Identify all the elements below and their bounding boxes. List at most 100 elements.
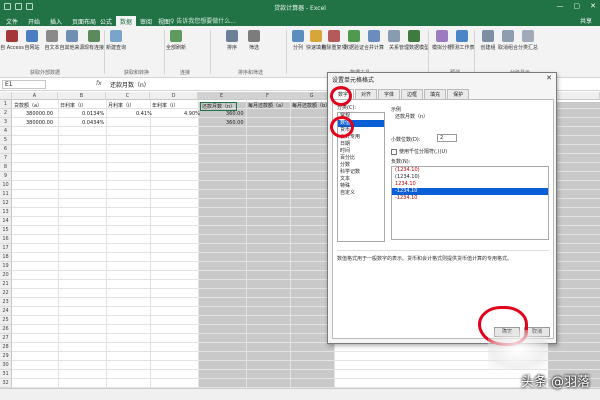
tab-border[interactable]: 边框 [401,89,424,99]
column-header-d[interactable]: D [150,92,198,100]
formula-input[interactable]: 还款月数（n） [110,80,150,89]
share-button[interactable]: 共享 [580,16,592,25]
cell-e1[interactable]: 还款月数（n） [200,102,238,111]
row-header[interactable]: 3 [0,118,12,127]
row-header[interactable]: 17 [0,244,12,253]
decimal-places-stepper[interactable]: 2 [437,134,457,142]
cell-d2[interactable]: 4.90% [184,111,200,117]
from-other-sources-button[interactable]: 自其他来源 [60,30,85,51]
tab-file[interactable]: 文件 [2,16,22,26]
minimize-button[interactable]: — [557,2,564,10]
cell-b3[interactable]: 0.0434% [82,120,104,126]
consolidate-button[interactable]: 合并计算 [364,30,384,51]
row-header[interactable]: 30 [0,361,12,370]
negative-option[interactable]: -1234.10 [392,188,548,195]
tab-protection[interactable]: 保护 [447,89,470,99]
row-header[interactable]: 11 [0,190,12,199]
row-header[interactable]: 7 [0,154,12,163]
cell-c1[interactable]: 月利率（i） [108,102,134,109]
row-header[interactable]: 25 [0,316,12,325]
row-header[interactable]: 24 [0,307,12,316]
cell-f1[interactable]: 每月还款额（a） [248,102,286,109]
cell-b2[interactable]: 0.0134% [82,111,104,117]
cell-g1[interactable]: 每月还款额（b） [292,102,330,109]
cell-b1[interactable]: 日利率（i） [60,102,86,109]
dialog-close-icon[interactable]: ✕ [546,74,552,82]
tab-fill[interactable]: 填充 [424,89,447,99]
column-header-c[interactable]: C [106,92,150,100]
row-header[interactable]: 15 [0,226,12,235]
row-header[interactable]: 5 [0,136,12,145]
row-header[interactable]: 10 [0,181,12,190]
negative-option[interactable]: 1234.10 [392,181,548,188]
from-web-button[interactable]: 自网站 [22,30,42,51]
text-to-columns-button[interactable]: 分列 [288,30,308,51]
close-button[interactable]: ✕ [590,2,596,10]
subtotal-button[interactable]: 分类汇总 [518,30,538,51]
tab-alignment[interactable]: 对齐 [355,89,378,99]
existing-connections-button[interactable]: 现有连接 [84,30,104,51]
row-header[interactable]: 13 [0,208,12,217]
column-header-f[interactable]: F [246,92,290,100]
ungroup-button[interactable]: 取消组合 [498,30,518,51]
row-header[interactable]: 8 [0,163,12,172]
tab-font[interactable]: 字体 [378,89,401,99]
row-header[interactable]: 21 [0,280,12,289]
row-header[interactable]: 2 [0,109,12,118]
row-header[interactable]: 18 [0,253,12,262]
cell-c2[interactable]: 0.41% [136,111,152,117]
category-item-fraction[interactable]: 分数 [338,162,384,169]
tab-formulas[interactable]: 公式 [96,16,116,26]
data-validation-button[interactable]: 数据验证 [344,30,364,51]
category-item-date[interactable]: 日期 [338,141,384,148]
manage-data-model-button[interactable]: 管理数据模型 [399,30,429,51]
cell-a2[interactable]: 380000.00 [26,111,53,117]
row-header[interactable]: 29 [0,352,12,361]
row-header[interactable]: 28 [0,343,12,352]
negative-option[interactable]: (1234.10) [392,174,548,181]
cell-e3[interactable]: 360.00 [226,120,244,126]
filter-button[interactable]: 筛选 [244,30,264,51]
thousands-separator-checkbox[interactable]: 使用千位分隔符(,)(U) [391,148,447,155]
remove-duplicates-button[interactable]: 删除重复项 [322,30,347,51]
row-header[interactable]: 16 [0,235,12,244]
tab-home[interactable]: 开始 [24,16,44,26]
tab-review[interactable]: 审阅 [136,16,156,26]
row-header[interactable]: 14 [0,217,12,226]
select-all-corner[interactable] [0,92,12,100]
row-header[interactable]: 23 [0,298,12,307]
sort-button[interactable]: 排序 [222,30,242,51]
cell-a1[interactable]: 贷款额（a） [14,102,42,109]
row-header[interactable]: 26 [0,325,12,334]
from-access-button[interactable]: 自 Access [0,30,24,51]
function-icon[interactable]: fx [96,80,102,87]
row-header[interactable]: 32 [0,379,12,388]
cell-d1[interactable]: 年利率（i） [152,102,178,109]
column-header-a[interactable]: A [12,92,58,100]
cell-a3[interactable]: 380000.00 [26,120,53,126]
category-item-percentage[interactable]: 百分比 [338,155,384,162]
maximize-button[interactable]: ▢ [574,2,581,10]
refresh-all-button[interactable]: 全部刷新 [166,30,186,51]
row-header[interactable]: 27 [0,334,12,343]
tab-insert[interactable]: 插入 [46,16,66,26]
row-header[interactable]: 31 [0,370,12,379]
row-header[interactable]: 4 [0,127,12,136]
forecast-sheet-button[interactable]: 预测工作表 [450,30,475,51]
negative-option[interactable]: (1234.10) [392,167,548,174]
negative-option[interactable]: -1234.10 [392,195,548,202]
category-item-custom[interactable]: 自定义 [338,190,384,197]
cell-e2[interactable]: 360.00 [226,111,244,117]
category-item-special[interactable]: 特殊 [338,183,384,190]
row-header[interactable]: 22 [0,289,12,298]
name-box[interactable]: E1 [2,80,46,89]
row-header[interactable]: 9 [0,172,12,181]
category-item-scientific[interactable]: 科学记数 [338,169,384,176]
row-header[interactable]: 12 [0,199,12,208]
group-button[interactable]: 创建组 [478,30,498,51]
row-header[interactable]: 1 [0,100,12,109]
row-header[interactable]: 6 [0,145,12,154]
row-header[interactable]: 19 [0,262,12,271]
category-item-time[interactable]: 时间 [338,148,384,155]
column-header-b[interactable]: B [58,92,106,100]
